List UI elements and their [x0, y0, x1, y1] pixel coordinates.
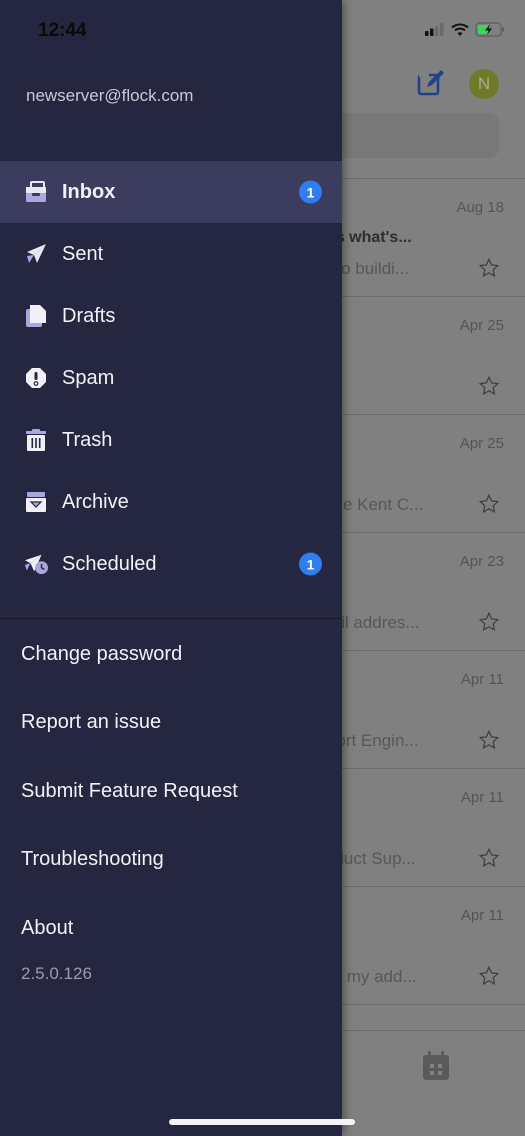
- email-date: Aug 18: [456, 199, 504, 216]
- folder-sent[interactable]: Sent: [0, 223, 342, 285]
- home-indicator[interactable]: [169, 1119, 355, 1125]
- email-date: Apr 23: [459, 553, 504, 570]
- archive-icon: [24, 490, 48, 514]
- settings-links: Change password Report an issue Submit F…: [0, 620, 342, 963]
- navigation-drawer: newserver@flock.com Inbox 1 Sent Drafts: [0, 0, 342, 1136]
- star-icon[interactable]: [478, 611, 500, 633]
- report-issue-link[interactable]: Report an issue: [0, 689, 342, 758]
- folder-label: Sent: [62, 242, 104, 265]
- folder-list: Inbox 1 Sent Drafts Spam Trash Archive S…: [0, 161, 342, 595]
- folder-archive[interactable]: Archive: [0, 471, 342, 533]
- email-date: Apr 25: [459, 435, 504, 452]
- battery-charging-icon: [475, 22, 504, 37]
- email-date: Apr 11: [460, 671, 504, 688]
- inbox-icon: [24, 180, 48, 204]
- star-icon[interactable]: [478, 847, 500, 869]
- change-password-link[interactable]: Change password: [0, 620, 342, 689]
- folder-drafts[interactable]: Drafts: [0, 285, 342, 347]
- folder-label: Drafts: [62, 304, 116, 327]
- calendar-icon[interactable]: [422, 1051, 450, 1081]
- folder-scheduled[interactable]: Scheduled 1: [0, 533, 342, 595]
- email-date: Apr 25: [459, 317, 504, 334]
- trash-icon: [24, 428, 48, 452]
- status-time: 12:44: [38, 20, 87, 41]
- wifi-icon: [451, 23, 469, 36]
- status-icons: [425, 22, 505, 37]
- unread-badge: 1: [299, 552, 322, 576]
- avatar-initial: N: [477, 74, 491, 93]
- star-icon[interactable]: [478, 493, 500, 515]
- cellular-signal-icon: [425, 23, 444, 36]
- avatar[interactable]: N: [469, 69, 499, 99]
- drafts-icon: [24, 304, 48, 328]
- star-icon[interactable]: [478, 965, 500, 987]
- paper-plane-icon: [24, 242, 48, 266]
- folder-label: Scheduled: [62, 552, 157, 575]
- about-link[interactable]: About: [0, 894, 342, 963]
- spam-icon: [24, 366, 48, 390]
- unread-badge: 1: [299, 180, 322, 204]
- app-version: 2.5.0.126: [21, 964, 92, 983]
- folder-trash[interactable]: Trash: [0, 409, 342, 471]
- compose-icon[interactable]: [416, 68, 446, 98]
- email-date: Apr 11: [460, 907, 504, 924]
- scheduled-icon: [24, 552, 48, 576]
- email-date: Apr 11: [460, 789, 504, 806]
- account-email: newserver@flock.com: [26, 86, 194, 105]
- folder-label: Archive: [62, 490, 129, 513]
- folder-label: Inbox: [62, 180, 116, 203]
- folder-label: Trash: [62, 428, 113, 451]
- star-icon[interactable]: [478, 375, 500, 397]
- section-divider: [0, 618, 342, 619]
- troubleshooting-link[interactable]: Troubleshooting: [0, 826, 342, 895]
- feature-request-link[interactable]: Submit Feature Request: [0, 757, 342, 826]
- folder-inbox[interactable]: Inbox 1: [0, 161, 342, 223]
- folder-label: Spam: [62, 366, 115, 389]
- star-icon[interactable]: [478, 729, 500, 751]
- folder-spam[interactable]: Spam: [0, 347, 342, 409]
- star-icon[interactable]: [478, 257, 500, 279]
